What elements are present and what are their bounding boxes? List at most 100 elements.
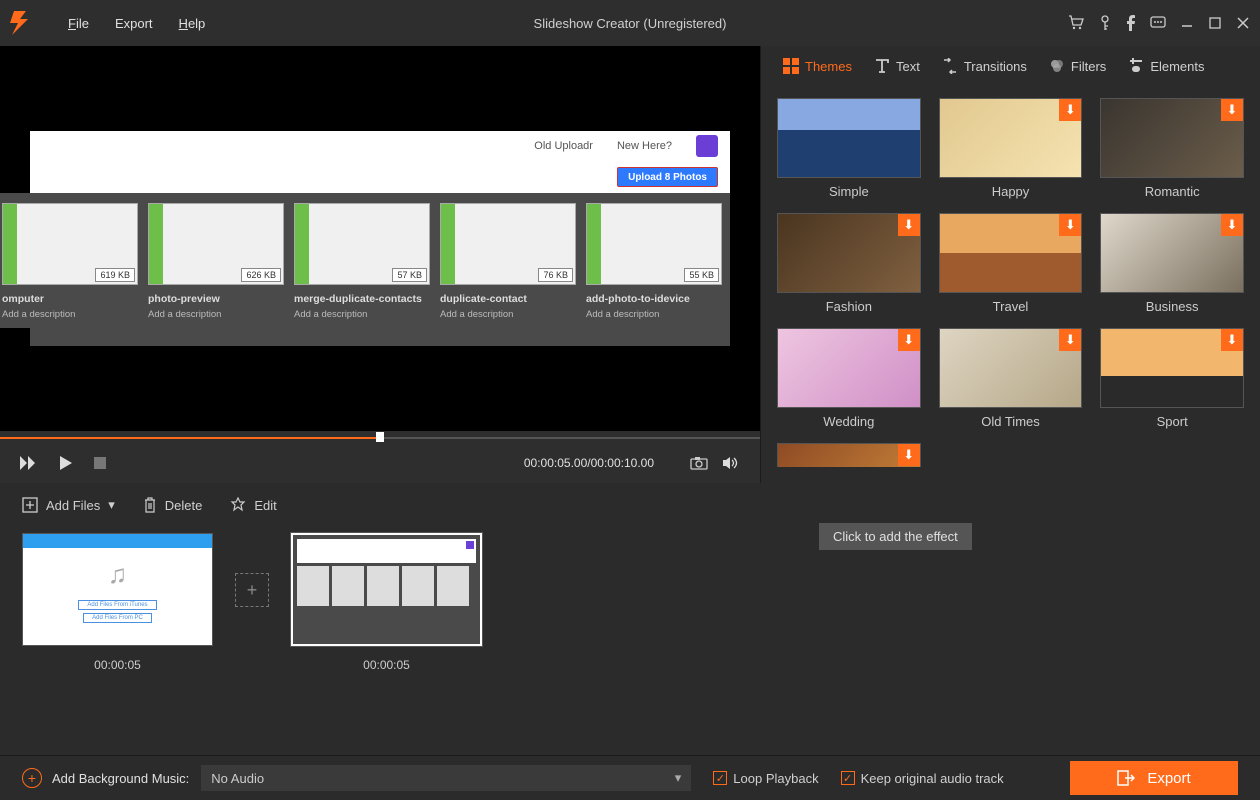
menu-file[interactable]: File	[68, 16, 89, 31]
tab-themes[interactable]: Themes	[777, 58, 858, 74]
export-button[interactable]: Export	[1070, 761, 1238, 795]
download-icon[interactable]: ⬇	[898, 329, 920, 351]
download-icon[interactable]: ⬇	[1221, 214, 1243, 236]
slide-thumb: 76 KB duplicate-contact Add a descriptio…	[440, 203, 576, 320]
download-icon[interactable]: ⬇	[1221, 99, 1243, 121]
stop-button[interactable]	[94, 457, 106, 469]
theme-label: Sport	[1100, 414, 1244, 429]
play-button[interactable]	[60, 456, 72, 470]
download-icon[interactable]: ⬇	[1059, 214, 1081, 236]
add-music-button[interactable]: + Add Background Music:	[22, 768, 189, 788]
slide-header-new: New Here?	[617, 140, 672, 152]
tab-text[interactable]: Text	[868, 58, 926, 74]
theme-label: Business	[1100, 299, 1244, 314]
tab-filters[interactable]: Filters	[1043, 58, 1112, 74]
menu-help[interactable]: Help	[179, 16, 206, 31]
theme-business[interactable]: ⬇ Business	[1100, 213, 1244, 314]
slide-header-old: Old Uploadr	[534, 140, 593, 152]
thumb-desc: Add a description	[440, 309, 576, 320]
elements-icon	[1128, 58, 1144, 74]
key-icon[interactable]	[1098, 15, 1112, 31]
preview-canvas: Old Uploadr New Here? Upload 8 Photos 61…	[0, 46, 760, 431]
audio-select[interactable]: No Audio ▾	[201, 765, 691, 791]
theme-extra[interactable]: ⬇	[777, 443, 921, 467]
themes-icon	[783, 58, 799, 74]
timeline-toolbar: Add Files ▾ Delete Edit	[22, 497, 1238, 513]
thumb-size: 57 KB	[392, 268, 427, 282]
player-controls: 00:00:05.00/00:00:10.00	[0, 443, 760, 483]
theme-oldtimes[interactable]: ⬇ Old Times	[939, 328, 1083, 429]
close-icon[interactable]	[1236, 16, 1250, 30]
time-display: 00:00:05.00/00:00:10.00	[524, 456, 654, 470]
download-icon[interactable]: ⬇	[898, 214, 920, 236]
theme-happy[interactable]: ⬇ Happy	[939, 98, 1083, 199]
theme-wedding[interactable]: ⬇ Wedding	[777, 328, 921, 429]
edit-label: Edit	[254, 498, 276, 513]
delete-icon	[143, 497, 157, 513]
download-icon[interactable]: ⬇	[1059, 99, 1081, 121]
thumb-desc: Add a description	[2, 309, 138, 320]
feedback-icon[interactable]	[1150, 16, 1166, 30]
volume-button[interactable]	[722, 456, 740, 470]
thumb-size: 619 KB	[95, 268, 135, 282]
timeline-section: Add Files ▾ Delete Edit ♫ Add Files From…	[0, 483, 1260, 755]
theme-fashion[interactable]: ⬇ Fashion	[777, 213, 921, 314]
music-icon: ♫	[23, 548, 212, 600]
theme-label: Old Times	[939, 414, 1083, 429]
delete-button[interactable]: Delete	[143, 497, 203, 513]
checkbox-checked-icon: ✓	[713, 771, 727, 785]
thumb-label: add-photo-to-idevice	[586, 293, 722, 305]
facebook-icon[interactable]	[1126, 15, 1136, 31]
theme-label: Fashion	[777, 299, 921, 314]
add-music-label: Add Background Music:	[52, 771, 189, 786]
bottom-bar: + Add Background Music: No Audio ▾ ✓ Loo…	[0, 755, 1260, 800]
play-from-start-button[interactable]	[20, 456, 38, 470]
download-icon[interactable]: ⬇	[1221, 329, 1243, 351]
cart-icon[interactable]	[1068, 15, 1084, 31]
theme-label: Romantic	[1100, 184, 1244, 199]
thumb-desc: Add a description	[294, 309, 430, 320]
export-icon	[1117, 770, 1135, 786]
tab-themes-label: Themes	[805, 59, 852, 74]
effect-tooltip: Click to add the effect	[819, 523, 972, 550]
progress-bar[interactable]	[0, 431, 760, 443]
progress-handle[interactable]	[376, 432, 384, 442]
theme-sport[interactable]: ⬇ Sport	[1100, 328, 1244, 429]
text-icon	[874, 58, 890, 74]
keep-audio-checkbox[interactable]: ✓ Keep original audio track	[841, 771, 1004, 786]
maximize-icon[interactable]	[1208, 16, 1222, 30]
theme-travel[interactable]: ⬇ Travel	[939, 213, 1083, 314]
clip-2[interactable]: 00:00:05	[291, 533, 482, 672]
slide-thumb: 57 KB merge-duplicate-contacts Add a des…	[294, 203, 430, 320]
transitions-icon	[942, 58, 958, 74]
snapshot-button[interactable]	[690, 456, 708, 470]
thumb-label: photo-preview	[148, 293, 284, 305]
loop-playback-checkbox[interactable]: ✓ Loop Playback	[713, 771, 818, 786]
add-files-button[interactable]: Add Files ▾	[22, 497, 115, 513]
theme-romantic[interactable]: ⬇ Romantic	[1100, 98, 1244, 199]
thumb-size: 626 KB	[241, 268, 281, 282]
download-icon[interactable]: ⬇	[1059, 329, 1081, 351]
audio-value: No Audio	[211, 771, 264, 786]
tab-text-label: Text	[896, 59, 920, 74]
loop-label: Loop Playback	[733, 771, 818, 786]
minimize-icon[interactable]	[1180, 16, 1194, 30]
add-files-label: Add Files	[46, 498, 100, 513]
menu-export[interactable]: Export	[115, 16, 153, 31]
download-icon[interactable]: ⬇	[898, 444, 920, 466]
edit-icon	[230, 497, 246, 513]
clip-1[interactable]: ♫ Add Files From iTunes Add Files From P…	[22, 533, 213, 672]
thumb-size: 76 KB	[538, 268, 573, 282]
tab-filters-label: Filters	[1071, 59, 1106, 74]
slide-upload-button: Upload 8 Photos	[617, 167, 718, 187]
add-transition-button[interactable]: +	[235, 573, 269, 607]
slide-thumb: 619 KB omputer Add a description	[2, 203, 138, 320]
plus-circle-icon: +	[22, 768, 42, 788]
main-menu: File Export Help	[68, 16, 205, 31]
app-logo-icon	[10, 11, 30, 35]
edit-button[interactable]: Edit	[230, 497, 276, 513]
tab-transitions[interactable]: Transitions	[936, 58, 1033, 74]
thumb-label: merge-duplicate-contacts	[294, 293, 430, 305]
theme-simple[interactable]: Simple	[777, 98, 921, 199]
tab-elements[interactable]: Elements	[1122, 58, 1210, 74]
